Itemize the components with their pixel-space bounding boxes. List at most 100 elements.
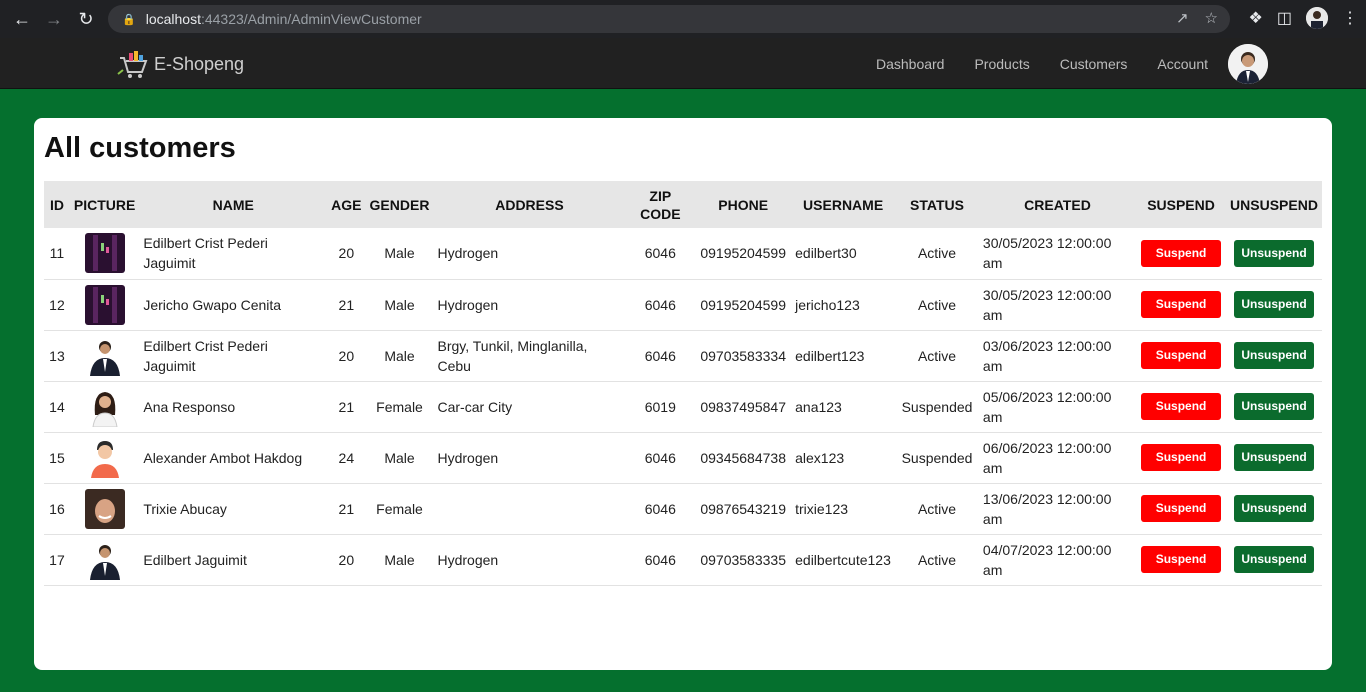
cell-status: Active (917, 245, 957, 262)
nav-customers[interactable]: Customers (1060, 56, 1128, 72)
lock-icon: 🔒 (122, 13, 136, 26)
cell-address: Hydrogen (437, 245, 499, 262)
header-age: AGE (331, 196, 362, 213)
cell-created: 30/05/2023 12:00:00 am (982, 235, 1112, 272)
cell-id: 15 (49, 449, 65, 466)
unsuspend-button[interactable]: Unsuspend (1234, 444, 1314, 471)
table-row: 13 Edilbert Crist Pederi Jaguimit 20 Male Br… (44, 330, 1322, 381)
suspend-button[interactable]: Suspend (1141, 291, 1222, 318)
customers-table: ID PICTURE NAME AGE GENDER ADDRESS ZIP C… (44, 181, 1322, 586)
cell-age: 20 (338, 551, 355, 568)
customers-card: All customers ID PICTURE NAME AGE GENDER… (34, 118, 1332, 670)
customer-picture (84, 284, 125, 325)
page-title: All customers (44, 132, 236, 164)
header-suspend: SUSPEND (1147, 196, 1215, 213)
admin-avatar[interactable] (1228, 43, 1268, 84)
cell-zip: 6046 (644, 500, 676, 517)
forward-icon[interactable]: → (38, 3, 70, 35)
table-row: 15 Alexander Ambot Hakdog 24 Male Hydrogen 60… (44, 432, 1322, 483)
suspend-button[interactable]: Suspend (1141, 342, 1222, 369)
cell-suspend: Suspend (1136, 534, 1226, 585)
back-icon[interactable]: ← (6, 3, 38, 35)
cell-age: 21 (338, 500, 355, 517)
brand[interactable]: E-Shopeng (116, 48, 244, 80)
cell-age: 20 (338, 347, 355, 364)
cell-username: jericho123 (795, 296, 860, 313)
side-panel-icon[interactable]: ◫ (1277, 8, 1292, 28)
unsuspend-button[interactable]: Unsuspend (1234, 291, 1314, 318)
customer-picture (84, 539, 125, 580)
cell-status: Active (917, 500, 957, 517)
cell-suspend: Suspend (1136, 483, 1226, 534)
cell-gender: Male (384, 551, 415, 568)
cell-gender: Male (384, 449, 415, 466)
cell-created: 05/06/2023 12:00:00 am (982, 388, 1112, 425)
cell-phone: 09837495847 (700, 398, 786, 415)
cell-phone: 09703583335 (700, 551, 786, 568)
cell-suspend: Suspend (1136, 279, 1226, 330)
cell-picture (70, 330, 139, 381)
address-bar[interactable]: 🔒 localhost:44323/Admin/AdminViewCustome… (108, 5, 1230, 33)
cell-status: Active (917, 551, 957, 568)
cell-suspend: Suspend (1136, 330, 1226, 381)
suspend-button[interactable]: Suspend (1141, 393, 1222, 420)
cell-unsuspend: Unsuspend (1226, 483, 1322, 534)
cell-username: edilbertcute123 (795, 551, 891, 568)
reload-icon[interactable]: ↻ (70, 3, 102, 35)
suspend-button[interactable]: Suspend (1141, 495, 1222, 522)
cell-picture (70, 432, 139, 483)
suspend-button[interactable]: Suspend (1141, 546, 1222, 573)
cell-phone: 09345684738 (700, 449, 786, 466)
header-address: ADDRESS (495, 196, 564, 213)
cell-unsuspend: Unsuspend (1226, 228, 1322, 279)
header-name: NAME (212, 196, 254, 213)
unsuspend-button[interactable]: Unsuspend (1234, 342, 1314, 369)
cell-name: Edilbert Jaguimit (143, 551, 247, 568)
nav-products[interactable]: Products (974, 56, 1029, 72)
header-zip: ZIP CODE (640, 187, 681, 222)
nav-account[interactable]: Account (1157, 56, 1208, 72)
cell-status: Suspended (901, 449, 973, 466)
cell-gender: Male (384, 347, 415, 364)
cell-age: 20 (338, 245, 355, 262)
header-id: ID (49, 196, 64, 213)
cell-age: 24 (338, 449, 355, 466)
extensions-icon[interactable]: ❖ (1249, 8, 1263, 28)
cell-age: 21 (338, 296, 355, 313)
cell-zip: 6046 (644, 551, 676, 568)
cell-created: 30/05/2023 12:00:00 am (982, 286, 1112, 323)
customer-picture (84, 335, 125, 376)
unsuspend-button[interactable]: Unsuspend (1234, 239, 1314, 267)
bookmark-star-icon[interactable]: ☆ (1205, 9, 1218, 27)
cell-picture (70, 381, 139, 432)
cell-gender: Female (376, 500, 423, 517)
cell-id: 12 (49, 296, 65, 313)
cell-address: Brgy, Tunkil, Minglanilla, Cebu (437, 337, 588, 374)
suspend-button[interactable]: Suspend (1141, 444, 1222, 471)
browser-menu-icon[interactable]: ⋮ (1342, 8, 1358, 28)
nav-dashboard[interactable]: Dashboard (876, 56, 945, 72)
browser-toolbar: ← → ↻ 🔒 localhost:44323/Admin/AdminViewC… (0, 0, 1366, 38)
app-navbar: E-Shopeng Dashboard Products Customers A… (0, 38, 1366, 89)
cell-suspend: Suspend (1136, 381, 1226, 432)
cell-username: edilbert30 (795, 245, 857, 262)
unsuspend-button[interactable]: Unsuspend (1234, 495, 1314, 522)
browser-profile-avatar[interactable] (1306, 7, 1328, 29)
unsuspend-button[interactable]: Unsuspend (1234, 393, 1314, 420)
cell-name: Jericho Gwapo Cenita (143, 296, 282, 313)
cell-username: ana123 (795, 398, 842, 415)
cell-zip: 6046 (644, 347, 676, 364)
cell-address: Car-car City (437, 398, 513, 415)
cell-username: edilbert123 (795, 347, 865, 364)
cell-gender: Male (384, 296, 415, 313)
url-path: :44323/Admin/AdminViewCustomer (200, 11, 422, 27)
cell-address: Hydrogen (437, 296, 499, 313)
cell-status: Suspended (901, 398, 973, 415)
share-icon[interactable]: ↗ (1176, 9, 1189, 27)
unsuspend-button[interactable]: Unsuspend (1234, 546, 1314, 573)
suspend-button[interactable]: Suspend (1141, 239, 1222, 267)
cell-picture (70, 483, 139, 534)
cell-unsuspend: Unsuspend (1226, 432, 1322, 483)
header-unsuspend: UNSUSPEND (1230, 196, 1318, 213)
header-username: USERNAME (803, 196, 884, 213)
